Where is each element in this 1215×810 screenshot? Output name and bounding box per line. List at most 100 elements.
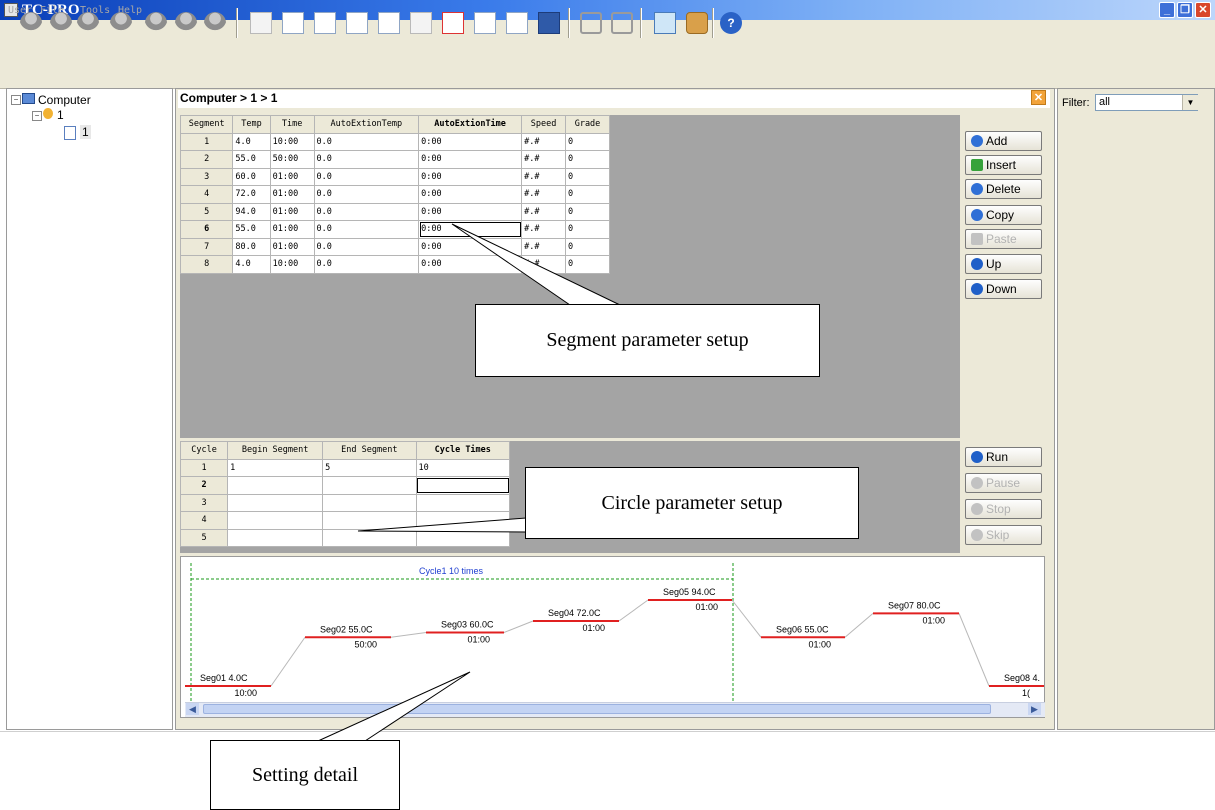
table-cell[interactable]	[322, 528, 417, 547]
column-header[interactable]: End Segment	[322, 441, 417, 460]
table-cell[interactable]: 72.0	[232, 185, 271, 204]
table-row[interactable]: 7 80.0 01:00 0.0 0:00 #.# 0	[179, 237, 610, 256]
table-cell[interactable]: 0:00	[418, 220, 523, 239]
table-cell[interactable]: 4.0	[232, 255, 271, 274]
table-cell[interactable]: 0.0	[313, 255, 420, 274]
table-cell[interactable]: 0	[565, 185, 610, 204]
table-cell[interactable]: 80.0	[232, 237, 271, 256]
table-cell[interactable]: 01:00	[269, 185, 315, 204]
table-cell[interactable]: 50:00	[269, 150, 315, 169]
table-cell[interactable]: #.#	[521, 132, 566, 151]
column-header[interactable]: Segment	[179, 115, 234, 134]
table-cell[interactable]: 0:00	[418, 202, 523, 221]
table-cell[interactable]: 5	[322, 458, 417, 477]
column-header[interactable]: Begin Segment	[227, 441, 324, 460]
chart-icon[interactable]	[654, 12, 676, 34]
row-header[interactable]: 3	[179, 493, 229, 512]
insert-button[interactable]: Insert	[965, 155, 1042, 175]
column-header[interactable]: AutoExtionTime	[418, 115, 523, 134]
table-cell[interactable]: 10	[415, 458, 511, 477]
column-header[interactable]: Speed	[521, 115, 566, 134]
up-button[interactable]: Up	[965, 254, 1042, 274]
table-row[interactable]: 4 72.0 01:00 0.0 0:00 #.# 0	[179, 185, 610, 204]
table-cell[interactable]: 0:00	[418, 237, 523, 256]
row-header[interactable]: 2	[179, 150, 234, 169]
table-cell[interactable]: 0.0	[313, 220, 420, 239]
table-cell[interactable]: 0	[565, 150, 610, 169]
table-cell[interactable]	[415, 511, 511, 530]
network-icon[interactable]	[686, 12, 708, 34]
row-header[interactable]: 5	[179, 202, 234, 221]
pause-button[interactable]: Pause	[965, 473, 1042, 493]
table-cell[interactable]: 0.0	[313, 150, 420, 169]
edit-user-icon[interactable]	[110, 12, 132, 34]
chevron-down-icon[interactable]: ▼	[1182, 95, 1198, 110]
table-row[interactable]: 5	[179, 528, 511, 547]
column-header[interactable]: Time	[269, 115, 315, 134]
table-cell[interactable]	[227, 476, 324, 495]
paste-button[interactable]: Paste	[965, 229, 1042, 249]
table-row[interactable]: 2 55.0 50:00 0.0 0:00 #.# 0	[179, 150, 610, 169]
column-header[interactable]: Temp	[232, 115, 271, 134]
collapse-icon[interactable]: −	[11, 95, 21, 105]
stop-button[interactable]: Stop	[965, 499, 1042, 519]
table-cell[interactable]: 0.0	[313, 202, 420, 221]
user-icon[interactable]	[20, 12, 42, 34]
import-file-icon[interactable]	[474, 12, 496, 34]
table-cell[interactable]: 0	[565, 132, 610, 151]
table-cell[interactable]: 0:00	[418, 132, 523, 151]
table-cell[interactable]	[415, 476, 511, 495]
delete-user-icon[interactable]	[204, 12, 226, 34]
table-cell[interactable]: #.#	[521, 237, 566, 256]
column-header[interactable]: Grade	[565, 115, 610, 134]
copy-button[interactable]: Copy	[965, 205, 1042, 225]
table-row[interactable]: 3	[179, 493, 511, 512]
table-cell[interactable]: 0:00	[418, 255, 523, 274]
table-cell[interactable]: 60.0	[232, 167, 271, 186]
minimize-icon[interactable]: _	[1159, 2, 1175, 18]
row-header[interactable]: 1	[179, 458, 229, 477]
scroll-left-icon[interactable]: ◀	[186, 703, 199, 715]
scroll-right-icon[interactable]: ▶	[1028, 703, 1041, 715]
table-cell[interactable]	[322, 511, 417, 530]
table-cell[interactable]: 94.0	[232, 202, 271, 221]
table-row[interactable]: 2	[179, 476, 511, 495]
add-user-icon[interactable]	[77, 12, 99, 34]
column-header[interactable]: Cycle Times	[415, 441, 511, 460]
table-cell[interactable]: #.#	[521, 255, 566, 274]
save-icon[interactable]	[538, 12, 560, 34]
table-cell[interactable]: 4.0	[232, 132, 271, 151]
table-cell[interactable]: 1	[227, 458, 324, 477]
row-header[interactable]: 4	[179, 511, 229, 530]
table-cell[interactable]: 0.0	[313, 185, 420, 204]
table-cell[interactable]: 01:00	[269, 167, 315, 186]
export-file-icon[interactable]	[506, 12, 528, 34]
table-cell[interactable]: 0	[565, 167, 610, 186]
add-button[interactable]: Add	[965, 131, 1042, 151]
table-row[interactable]: 4	[179, 511, 511, 530]
down-button[interactable]: Down	[965, 279, 1042, 299]
table-cell[interactable]: 55.0	[232, 150, 271, 169]
table-row[interactable]: 6 55.0 01:00 0.0 0:00 #.# 0	[179, 220, 610, 239]
paste-file-icon[interactable]	[410, 12, 432, 34]
table-cell[interactable]: #.#	[521, 185, 566, 204]
maximize-icon[interactable]: ❐	[1177, 2, 1193, 18]
table-cell[interactable]: 10:00	[269, 255, 315, 274]
skip-button[interactable]: Skip	[965, 525, 1042, 545]
table-cell[interactable]: 01:00	[269, 220, 315, 239]
table-cell[interactable]: 0	[565, 220, 610, 239]
row-header[interactable]: 4	[179, 185, 234, 204]
table-row[interactable]: 8 4.0 10:00 0.0 0:00 #.# 0	[179, 255, 610, 274]
table-row[interactable]: 1 4.0 10:00 0.0 0:00 #.# 0	[179, 132, 610, 151]
table-cell[interactable]: 0	[565, 202, 610, 221]
user-login-icon[interactable]	[50, 12, 72, 34]
table-cell[interactable]: 0.0	[313, 132, 420, 151]
table-cell[interactable]: 10:00	[269, 132, 315, 151]
table-cell[interactable]: 0.0	[313, 237, 420, 256]
table-cell[interactable]: 0:00	[418, 167, 523, 186]
table-cell[interactable]: #.#	[521, 150, 566, 169]
row-header[interactable]: 3	[179, 167, 234, 186]
table-cell[interactable]: 01:00	[269, 237, 315, 256]
table-cell[interactable]	[227, 493, 324, 512]
column-header[interactable]: AutoExtionTemp	[313, 115, 420, 134]
